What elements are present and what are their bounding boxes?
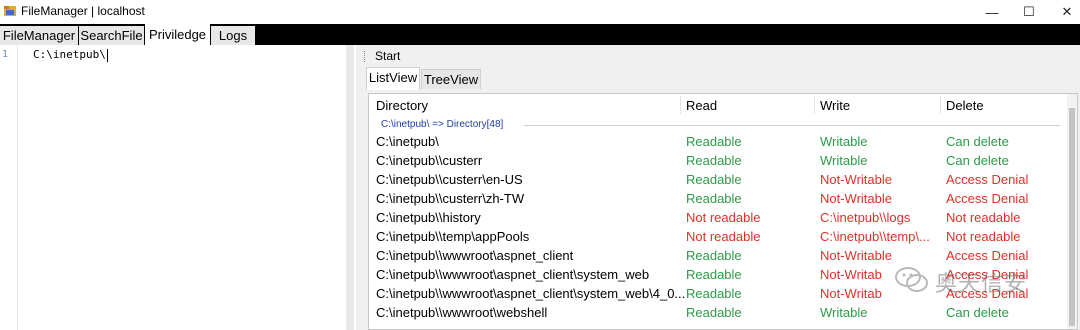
window-title: FileManager | localhost [21, 4, 145, 18]
tab-logs[interactable]: Logs [211, 26, 255, 45]
list-header: Directory Read Write Delete [369, 94, 1069, 116]
cell-write: Not-Writab [820, 286, 882, 301]
table-row[interactable]: C:\inetpub\ Readable Writable Can delete [369, 132, 1067, 151]
cell-directory: C:\inetpub\ [376, 134, 439, 149]
cell-delete: Not readable [946, 229, 1021, 244]
cell-write: C:\inetpub\\logs [820, 210, 911, 225]
table-row[interactable]: C:\inetpub\\custerr Readable Writable Ca… [369, 151, 1067, 170]
cell-delete: Can delete [946, 153, 1009, 168]
pane-splitter[interactable] [346, 45, 354, 330]
cell-directory: C:\inetpub\\custerr\en-US [376, 172, 523, 187]
tab-filemanager[interactable]: FileManager [0, 26, 78, 45]
table-row[interactable]: C:\inetpub\\custerr\en-US Readable Not-W… [369, 170, 1067, 189]
list-scrollbar[interactable] [1067, 94, 1077, 329]
group-divider [524, 125, 1060, 126]
column-divider[interactable] [940, 96, 941, 114]
cell-write: Not-Writable [820, 248, 893, 263]
cell-read: Readable [686, 286, 742, 301]
cell-write: Writable [820, 305, 868, 320]
cell-directory: C:\inetpub\\custerr [376, 153, 483, 168]
cell-read: Readable [686, 305, 742, 320]
app-icon [4, 5, 16, 17]
cell-read: Readable [686, 153, 742, 168]
main-tab-bar: FileManager SearchFile Priviledge Logs [0, 24, 1080, 45]
cell-directory: C:\inetpub\\wwwroot\aspnet_client\system… [376, 267, 650, 282]
cell-write: Writable [820, 153, 868, 168]
table-row[interactable]: C:\inetpub\\custerr\zh-TW Readable Not-W… [369, 189, 1067, 208]
watermark-text: 奥天信安 [935, 272, 1028, 297]
table-row[interactable]: C:\inetpub\\wwwroot\webshell Readable Wr… [369, 303, 1067, 322]
line-gutter: 1 [0, 45, 18, 330]
start-button[interactable]: Start [375, 49, 400, 63]
cell-write: C:\inetpub\\temp\... [820, 229, 930, 244]
cell-write: Not-Writab [820, 267, 882, 282]
table-row[interactable]: C:\inetpub\\history Not readable C:\inet… [369, 208, 1067, 227]
column-divider[interactable] [814, 96, 815, 114]
cell-directory: C:\inetpub\\wwwroot\aspnet_client\system… [376, 286, 686, 301]
scrollbar-thumb[interactable] [1069, 108, 1075, 326]
path-input[interactable]: C:\inetpub\ [33, 48, 108, 62]
table-row[interactable]: C:\inetpub\\temp\appPools Not readable C… [369, 227, 1067, 246]
cell-delete: Access Denial [946, 172, 1029, 187]
cell-directory: C:\inetpub\\temp\appPools [376, 229, 530, 244]
cell-directory: C:\inetpub\\history [376, 210, 481, 225]
cell-read: Readable [686, 191, 742, 206]
column-write[interactable]: Write [820, 98, 850, 113]
group-header[interactable]: C:\inetpub\ => Directory[48] [381, 119, 503, 130]
cell-write: Writable [820, 134, 868, 149]
path-editor[interactable]: 1 C:\inetpub\ [0, 45, 356, 330]
cell-directory: C:\inetpub\\wwwroot\aspnet_client [376, 248, 574, 263]
cell-read: Not readable [686, 229, 761, 244]
watermark: 奥天信安 [895, 262, 1055, 298]
text-caret [106, 48, 108, 62]
tab-listview[interactable]: ListView [366, 67, 420, 90]
cell-directory: C:\inetpub\\custerr\zh-TW [376, 191, 525, 206]
column-divider[interactable] [680, 96, 681, 114]
cell-delete: Access Denial [946, 248, 1029, 263]
cell-delete: Access Denial [946, 191, 1029, 206]
column-read[interactable]: Read [686, 98, 717, 113]
tab-priviledge[interactable]: Priviledge [145, 24, 210, 45]
cell-directory: C:\inetpub\\wwwroot\webshell [376, 305, 548, 320]
wechat-icon [895, 266, 929, 294]
close-button[interactable]: ✕ [1044, 0, 1080, 24]
line-number: 1 [1, 49, 8, 60]
cell-read: Readable [686, 172, 742, 187]
tab-treeview[interactable]: TreeView [421, 69, 481, 89]
view-tabs: ListView TreeView [366, 67, 1080, 90]
toolbar-grip-icon[interactable] [364, 51, 366, 62]
toolbar: Start [356, 45, 1080, 67]
cell-read: Readable [686, 248, 742, 263]
cell-read: Not readable [686, 210, 761, 225]
cell-write: Not-Writable [820, 191, 893, 206]
cell-write: Not-Writable [820, 172, 893, 187]
cell-delete: Not readable [946, 210, 1021, 225]
title-bar: FileManager | localhost — ☐ ✕ [0, 0, 1080, 24]
column-directory[interactable]: Directory [376, 98, 428, 113]
cell-read: Readable [686, 267, 742, 282]
column-delete[interactable]: Delete [946, 98, 984, 113]
tab-searchfile[interactable]: SearchFile [79, 26, 144, 45]
path-text: C:\inetpub\ [33, 48, 106, 61]
cell-delete: Can delete [946, 134, 1009, 149]
cell-read: Readable [686, 134, 742, 149]
cell-delete: Can delete [946, 305, 1009, 320]
